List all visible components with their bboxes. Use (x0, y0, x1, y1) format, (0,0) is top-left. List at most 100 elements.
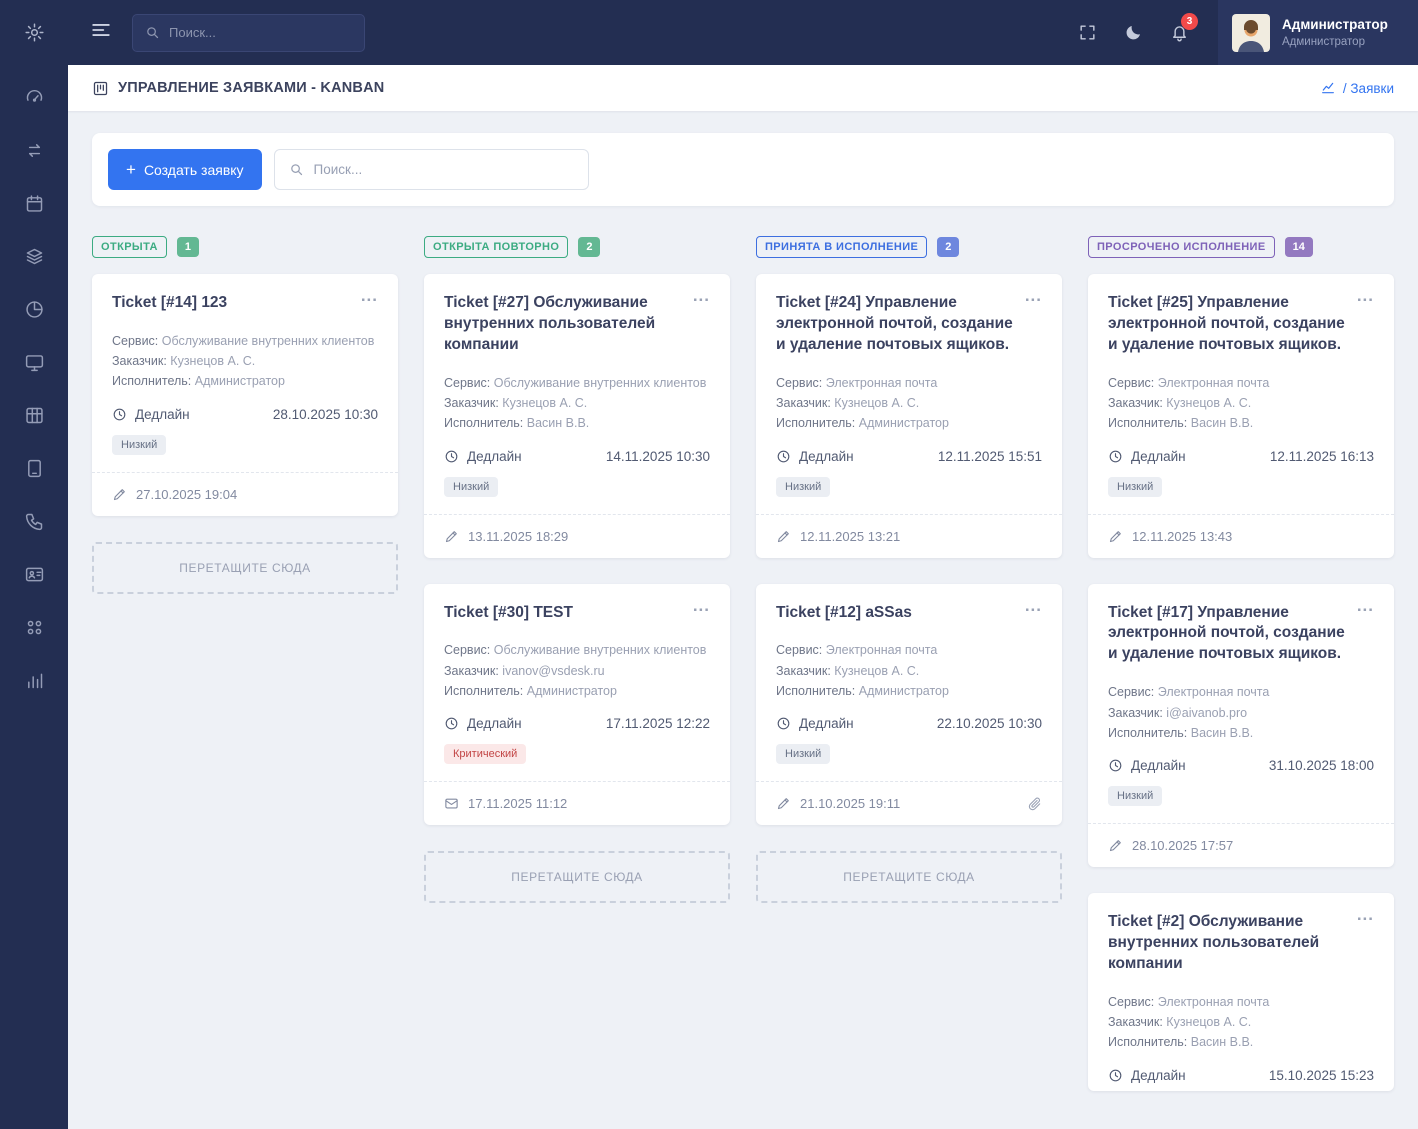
ticket-title[interactable]: Ticket [#27] Обслуживание внутренних пол… (444, 293, 683, 356)
dark-mode-icon[interactable] (1110, 0, 1156, 65)
ticket-title[interactable]: Ticket [#25] Управление электронной почт… (1108, 293, 1347, 356)
topbar-search-input[interactable] (169, 25, 352, 40)
priority-badge: Низкий (112, 435, 166, 455)
user-menu[interactable]: Администратор Администратор (1218, 0, 1418, 65)
ticket-field: Заказчик: Кузнецов А. С. (776, 393, 1042, 413)
notifications-bell-icon[interactable]: 3 (1156, 0, 1202, 65)
sidebar (0, 0, 68, 1129)
menu-toggle-icon[interactable] (90, 19, 112, 46)
deadline-label: Дедлайн (1131, 449, 1186, 464)
main-area: 3 Администратор Администратор УПРАВЛЕНИЕ… (68, 0, 1418, 1129)
column-count-badge: 2 (578, 237, 600, 257)
envelope-icon (444, 796, 459, 811)
card-footer: 13.11.2025 18:29 (424, 514, 730, 558)
card-header: Ticket [#24] Управление электронной почт… (756, 274, 1062, 356)
kanban-icon (92, 80, 109, 97)
card-menu-button[interactable]: ... (1357, 603, 1374, 666)
footer-date: 12.11.2025 13:43 (1132, 529, 1232, 544)
plus-icon: + (126, 161, 136, 178)
ticket-card[interactable]: Ticket [#17] Управление электронной почт… (1088, 584, 1394, 868)
ticket-card[interactable]: Ticket [#12] aSSas... Сервис: Электронная… (756, 584, 1062, 826)
card-header: Ticket [#27] Обслуживание внутренних пол… (424, 274, 730, 356)
ticket-fields: Сервис: Электронная почтаЗаказчик: Кузне… (1088, 992, 1394, 1053)
deadline-label: Дедлайн (1131, 758, 1186, 773)
drop-zone[interactable]: ПЕРЕТАЩИТЕ СЮДА (756, 851, 1062, 903)
ticket-title[interactable]: Ticket [#12] aSSas (776, 603, 1015, 624)
priority-badge: Низкий (444, 477, 498, 497)
table-icon[interactable] (0, 389, 68, 442)
tablet-icon[interactable] (0, 442, 68, 495)
ticket-fields: Сервис: Электронная почтаЗаказчик: Кузне… (756, 640, 1062, 701)
ticket-fields: Сервис: Обслуживание внутренних клиентов… (424, 640, 730, 701)
notification-count-badge: 3 (1181, 13, 1198, 30)
ticket-card[interactable]: Ticket [#27] Обслуживание внутренних пол… (424, 274, 730, 558)
clock-icon (444, 449, 459, 464)
board-search[interactable] (274, 149, 589, 190)
deadline-value: 12.11.2025 16:13 (1270, 449, 1374, 464)
card-menu-button[interactable]: ... (693, 603, 710, 624)
deadline-row: Дедлайн14.11.2025 10:30 (424, 449, 730, 464)
fullscreen-icon[interactable] (1064, 0, 1110, 65)
ticket-card[interactable]: Ticket [#25] Управление электронной почт… (1088, 274, 1394, 558)
column-header: ПРОСРОЧЕНО ИСПОЛНЕНИЕ14 (1088, 236, 1394, 258)
user-name: Администратор (1282, 17, 1388, 34)
ticket-field: Сервис: Обслуживание внутренних клиентов (444, 373, 710, 393)
board-search-input[interactable] (314, 162, 574, 177)
tickets-icon[interactable] (0, 124, 68, 177)
drop-zone[interactable]: ПЕРЕТАЩИТЕ СЮДА (424, 851, 730, 903)
ticket-title[interactable]: Ticket [#2] Обслуживание внутренних поль… (1108, 912, 1347, 975)
card-menu-button[interactable]: ... (1025, 603, 1042, 624)
topbar-search[interactable] (132, 14, 365, 52)
gear-icon[interactable] (24, 0, 45, 65)
deadline-label: Дедлайн (799, 449, 854, 464)
ticket-title[interactable]: Ticket [#14] 123 (112, 293, 351, 314)
card-menu-button[interactable]: ... (1025, 293, 1042, 356)
calendar-icon[interactable] (0, 177, 68, 230)
ticket-field: Сервис: Электронная почта (776, 373, 1042, 393)
ticket-card[interactable]: Ticket [#30] TEST... Сервис: Обслуживание… (424, 584, 730, 826)
pie-chart-icon[interactable] (0, 283, 68, 336)
pencil-icon (776, 796, 791, 811)
id-card-icon[interactable] (0, 548, 68, 601)
column-count-badge: 1 (177, 237, 199, 257)
ticket-field: Исполнитель: Администратор (776, 681, 1042, 701)
ticket-field: Исполнитель: Васин В.В. (1108, 723, 1374, 743)
ticket-field: Заказчик: i@aivanob.pro (1108, 703, 1374, 723)
create-ticket-button[interactable]: + Создать заявку (108, 149, 262, 190)
deadline-row: Дедлайн28.10.2025 10:30 (92, 407, 398, 422)
drop-zone[interactable]: ПЕРЕТАЩИТЕ СЮДА (92, 542, 398, 594)
ticket-field: Исполнитель: Васин В.В. (1108, 1032, 1374, 1052)
clock-icon (776, 716, 791, 731)
bar-chart-icon[interactable] (0, 654, 68, 707)
apps-icon[interactable] (0, 601, 68, 654)
ticket-card[interactable]: Ticket [#24] Управление электронной почт… (756, 274, 1062, 558)
deadline-row: Дедлайн31.10.2025 18:00 (1088, 758, 1394, 773)
ticket-fields: Сервис: Электронная почтаЗаказчик: Кузне… (1088, 373, 1394, 434)
priority-badge: Критический (444, 744, 526, 764)
pencil-icon (776, 529, 791, 544)
deadline-row: Дедлайн 12.11.2025 16:13 (1088, 449, 1394, 464)
ticket-card[interactable]: Ticket [#2] Обслуживание внутренних поль… (1088, 893, 1394, 1091)
breadcrumb[interactable]: / Заявки (1320, 80, 1394, 96)
clock-icon (1108, 449, 1123, 464)
layers-icon[interactable] (0, 230, 68, 283)
card-menu-button[interactable]: ... (1357, 912, 1374, 975)
card-menu-button[interactable]: ... (693, 293, 710, 356)
card-menu-button[interactable]: ... (1357, 293, 1374, 356)
card-header: Ticket [#12] aSSas... (756, 584, 1062, 624)
ticket-title[interactable]: Ticket [#17] Управление электронной почт… (1108, 603, 1347, 666)
deadline-label: Дедлайн (467, 449, 522, 464)
dashboard-icon[interactable] (0, 71, 68, 124)
ticket-title[interactable]: Ticket [#30] TEST (444, 603, 683, 624)
topbar: 3 Администратор Администратор (68, 0, 1418, 65)
card-menu-button[interactable]: ... (361, 293, 378, 314)
search-icon (145, 25, 160, 40)
card-header: Ticket [#2] Обслуживание внутренних поль… (1088, 893, 1394, 975)
ticket-fields: Сервис: Электронная почтаЗаказчик: i@aiv… (1088, 682, 1394, 743)
priority-badge: Низкий (1108, 786, 1162, 806)
monitor-icon[interactable] (0, 336, 68, 389)
ticket-card[interactable]: Ticket [#14] 123...Сервис: Обслуживание … (92, 274, 398, 516)
ticket-title[interactable]: Ticket [#24] Управление электронной почт… (776, 293, 1015, 356)
kanban-column: ОТКРЫТА ПОВТОРНО2Ticket [#27] Обслуживан… (424, 236, 730, 903)
phone-icon[interactable] (0, 495, 68, 548)
